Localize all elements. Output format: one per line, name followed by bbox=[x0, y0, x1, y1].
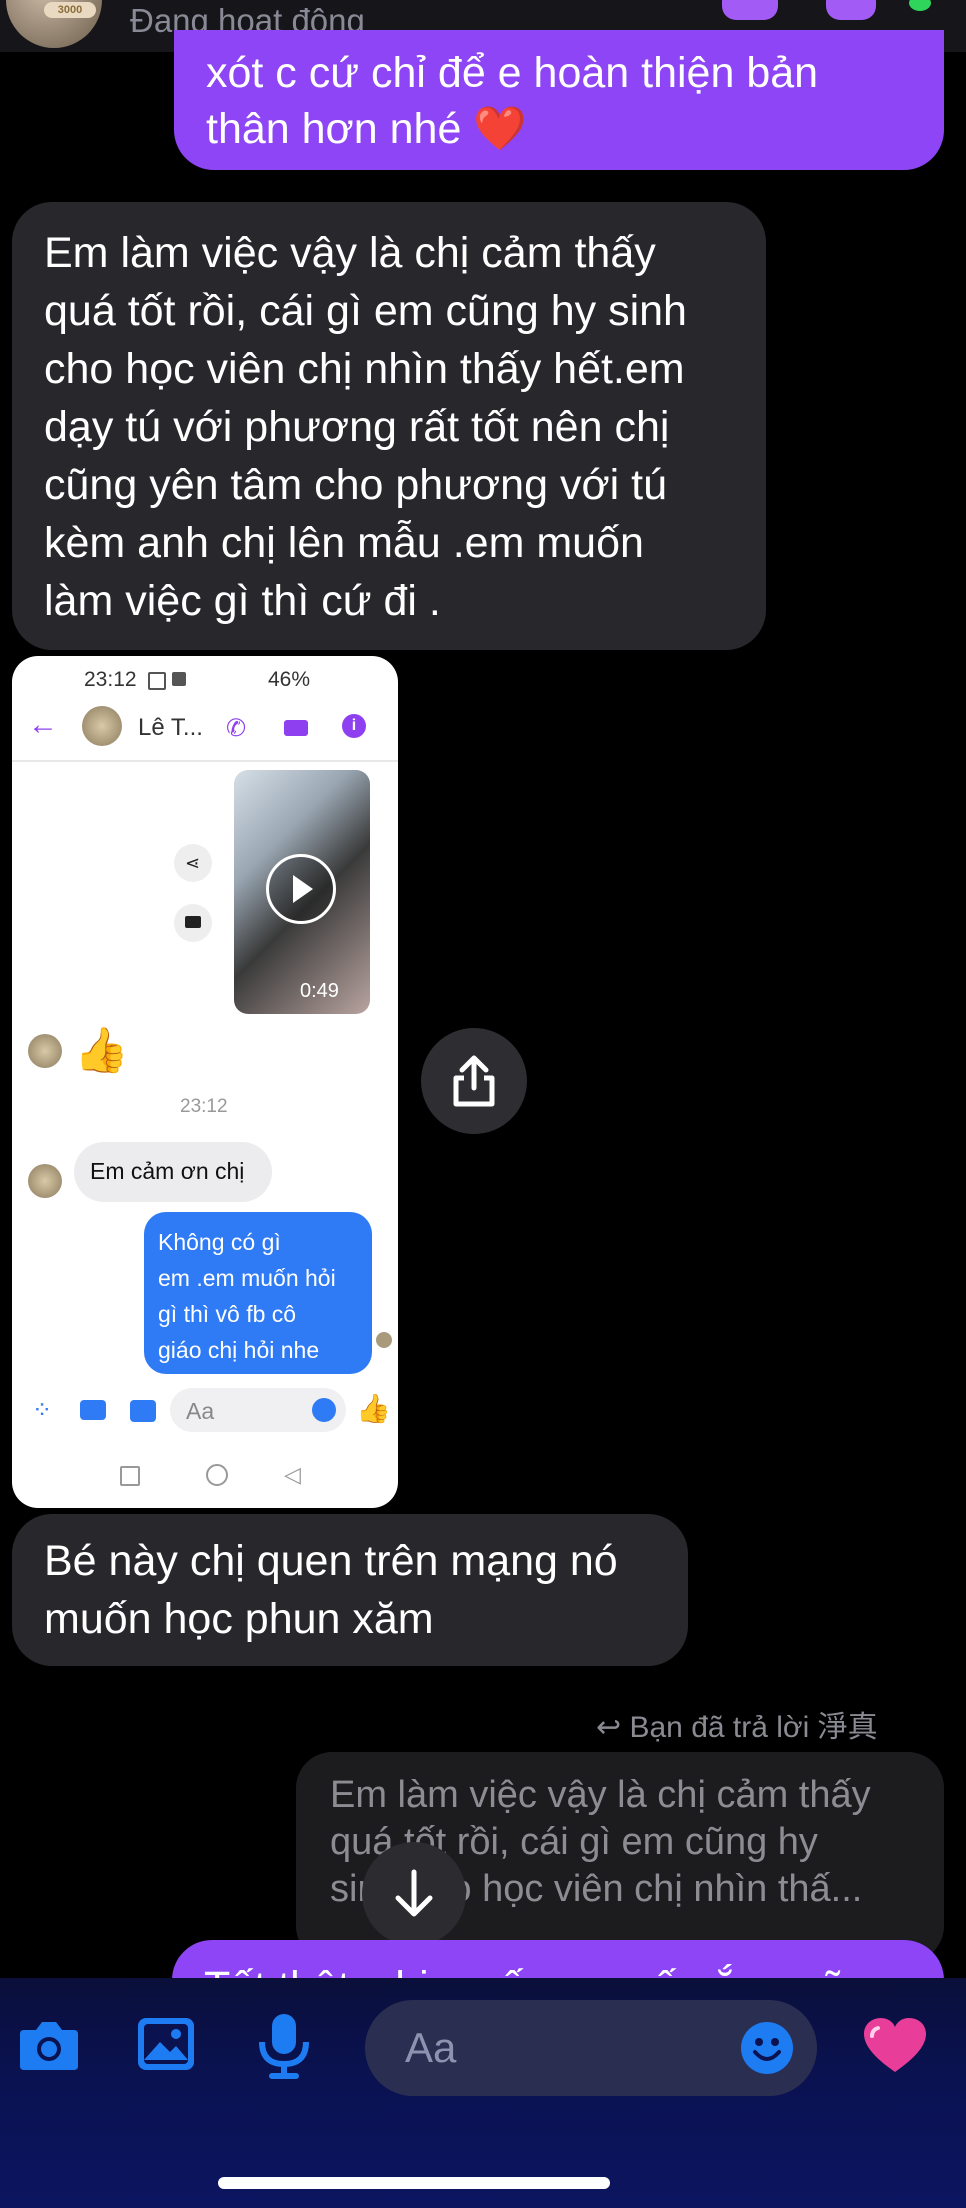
home-icon[interactable] bbox=[206, 1464, 228, 1486]
camera-icon[interactable] bbox=[174, 904, 212, 942]
message-line: gì thì vô fb cô bbox=[158, 1301, 297, 1327]
home-indicator bbox=[218, 2177, 610, 2189]
image-attachment[interactable]: 23:12 46% ← Lê T... ✆ i 0:49 ⋖ 👍 23:12 E… bbox=[12, 656, 398, 1508]
play-icon[interactable] bbox=[266, 854, 336, 924]
contact-avatar bbox=[82, 706, 122, 746]
contact-avatar bbox=[28, 1034, 62, 1068]
message-line: muốn học phun xăm bbox=[44, 1595, 434, 1643]
video-thumbnail[interactable]: 0:49 bbox=[234, 770, 370, 1014]
emoji-icon[interactable] bbox=[312, 1398, 336, 1422]
heart-emoji: ❤️ bbox=[473, 105, 527, 153]
message-line: cho học viên chị nhìn thấy hết.em bbox=[44, 345, 685, 393]
share-icon bbox=[453, 1055, 495, 1107]
divider bbox=[12, 760, 398, 762]
scroll-to-bottom-button[interactable] bbox=[362, 1842, 466, 1946]
incoming-message[interactable]: Em cảm ơn chị bbox=[74, 1142, 272, 1202]
message-line: làm việc gì thì cứ đi . bbox=[44, 577, 441, 625]
message-text: xót c cứ chỉ để e hoàn thiện bản bbox=[206, 49, 819, 97]
back-arrow-icon[interactable]: ← bbox=[28, 708, 58, 742]
microphone-icon[interactable] bbox=[258, 2012, 310, 2080]
message-line: em .em muốn hỏi bbox=[158, 1265, 336, 1291]
avatar-badge: 3000 bbox=[44, 2, 96, 18]
camera-icon[interactable] bbox=[80, 1400, 106, 1420]
incoming-message[interactable]: Em làm việc vậy là chị cảm thấy quá tốt … bbox=[12, 202, 766, 650]
message-line: Bé này chị quen trên mạng nó bbox=[44, 1537, 618, 1585]
arrow-down-icon bbox=[395, 1869, 433, 1917]
outgoing-message[interactable]: Không có gì em .em muốn hỏi gì thì vô fb… bbox=[144, 1212, 372, 1374]
contact-avatar bbox=[28, 1164, 62, 1198]
recent-apps-icon[interactable] bbox=[120, 1466, 140, 1486]
incoming-message[interactable]: Bé này chị quen trên mạng nó muốn học ph… bbox=[12, 1514, 688, 1666]
outgoing-message[interactable]: xót c cứ chỉ để e hoàn thiện bản thân hơ… bbox=[174, 30, 944, 170]
notification-icon bbox=[148, 672, 166, 690]
video-call-icon[interactable] bbox=[826, 0, 876, 20]
message-line: cũng yên tâm cho phương với tú bbox=[44, 461, 668, 509]
message-line: quá tốt rồi, cái gì em cũng hy sinh bbox=[44, 287, 687, 335]
back-icon[interactable]: ◁ bbox=[284, 1462, 301, 1488]
like-icon: 👍 bbox=[74, 1026, 129, 1075]
gallery-icon[interactable] bbox=[130, 1400, 156, 1422]
like-icon[interactable]: 👍 bbox=[356, 1392, 391, 1425]
message-input[interactable]: Aa bbox=[170, 1388, 346, 1432]
share-icon[interactable]: ⋖ bbox=[174, 844, 212, 882]
input-placeholder: Aa bbox=[405, 2024, 457, 2071]
notification-icon bbox=[172, 672, 186, 686]
message-line: Em làm việc vậy là chị cảm thấy bbox=[44, 229, 656, 277]
apps-icon[interactable]: ⁘ bbox=[32, 1396, 52, 1425]
contact-name: Lê T... bbox=[138, 714, 203, 741]
message-line: dạy tú với phương rất tốt nên chị bbox=[44, 403, 670, 451]
reply-text: Bạn đã trả lời 淨真 bbox=[629, 1711, 878, 1744]
seen-avatar bbox=[376, 1332, 392, 1348]
camera-icon[interactable] bbox=[16, 2016, 82, 2074]
message-line: kèm anh chị lên mẫu .em muốn bbox=[44, 519, 644, 567]
share-button[interactable] bbox=[421, 1028, 527, 1134]
video-duration: 0:49 bbox=[300, 980, 339, 1002]
message-text: thân hơn nhé bbox=[206, 105, 462, 153]
video-icon[interactable] bbox=[284, 720, 308, 736]
phone-time: 23:12 bbox=[84, 668, 137, 691]
message-line: giáo chị hỏi nhe bbox=[158, 1337, 320, 1363]
reply-arrow-icon: ↩ bbox=[596, 1711, 622, 1744]
phone-call-icon[interactable] bbox=[722, 0, 778, 20]
info-icon[interactable]: i bbox=[342, 714, 366, 738]
battery-level: 46% bbox=[268, 668, 311, 691]
phone-icon[interactable]: ✆ bbox=[226, 714, 246, 743]
message-input[interactable]: Aa bbox=[365, 2000, 817, 2096]
gallery-icon[interactable] bbox=[136, 2016, 196, 2072]
quoted-line: Em làm việc vậy là chị cảm thấy bbox=[330, 1774, 871, 1816]
timestamp: 23:12 bbox=[180, 1096, 228, 1117]
message-text: Em cảm ơn chị bbox=[90, 1158, 245, 1184]
heart-icon[interactable] bbox=[862, 2016, 928, 2076]
reply-label: ↩ Bạn đã trả lời 淨真 bbox=[596, 1702, 878, 1746]
message-line: Không có gì bbox=[158, 1229, 281, 1255]
emoji-icon[interactable] bbox=[739, 2020, 795, 2076]
input-placeholder: Aa bbox=[186, 1398, 215, 1424]
